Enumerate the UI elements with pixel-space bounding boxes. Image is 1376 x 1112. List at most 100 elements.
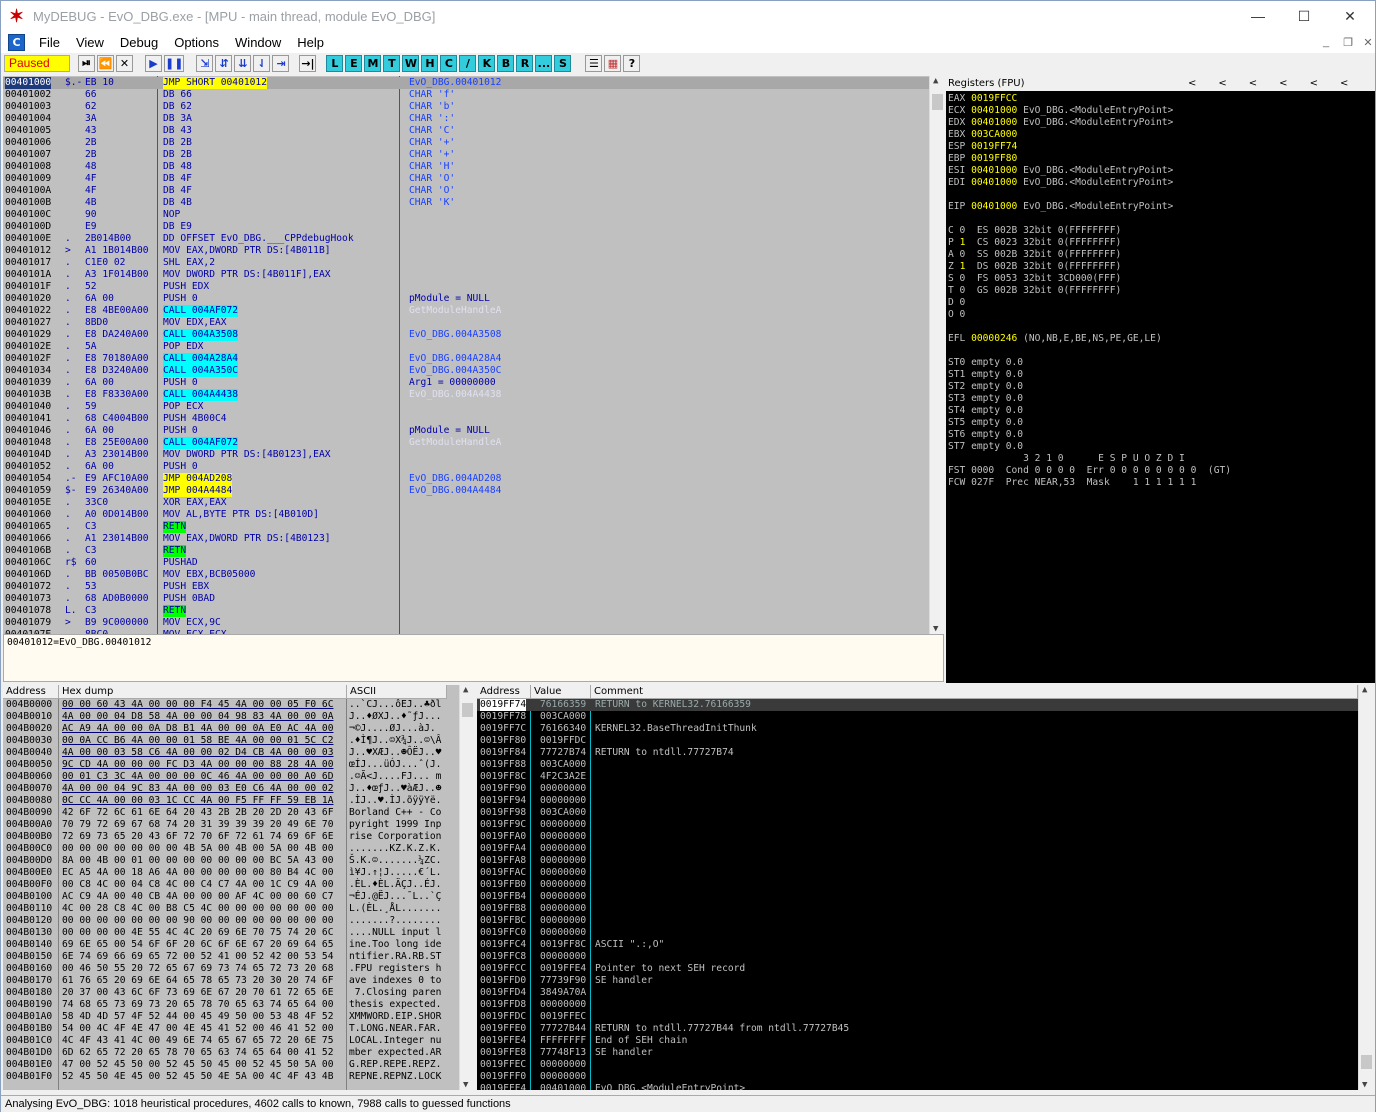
dump-row[interactable]: 004B0100 AC C9 4A 00 40 CB 4A 00 00 00 AF… [3,891,447,903]
disassembly-scrollbar[interactable]: ▲ ▼ [929,76,944,634]
efl-row[interactable]: EFL 00000246 (NO,NB,E,BE,NS,PE,GE,LE) [948,333,1375,345]
register-value[interactable]: 0019FF74 [971,141,1017,152]
flag-row[interactable]: D 0 [948,297,1375,309]
flag-row[interactable]: A 0 SS 002B 32bit 0(FFFFFFFF) [948,249,1375,261]
disasm-row[interactable]: 00401039. 6A 00 PUSH 0 Arg1 = 00000000 [3,377,929,389]
register-view-arrow-icon[interactable]: < [1340,78,1348,89]
stack-row[interactable]: 0019FFF4 00401000 EvO_DBG.<ModuleEntryPoin… [477,1083,1358,1090]
source-window-button[interactable]: S [554,54,572,72]
fpu-row[interactable]: FST 0000 Cond 0 0 0 0 Err 0 0 0 0 0 0 0 … [948,465,1375,477]
register-value[interactable]: 00401000 [971,201,1017,212]
dump-scrollbar[interactable]: ▲ ▼ [459,685,474,1090]
stack-scrollbar[interactable]: ▲ ▼ [1358,685,1373,1090]
step-over-icon[interactable]: ⇵ [215,54,233,72]
dump-row[interactable]: 004B0150 6E 74 69 66 69 65 72 00 52 41 00… [3,951,447,963]
register-value[interactable]: 00401000 [971,165,1017,176]
register-view-arrow-icon[interactable]: < [1249,78,1257,89]
dump-row[interactable]: 004B00B0 72 69 73 65 20 43 6F 72 70 6F 72… [3,831,447,843]
disassembly-pane[interactable]: 00401000 $.- EB 10 JMP SHORT 00401012 EvO_DB… [3,76,929,634]
stack-row[interactable]: 0019FF90 00000000 [477,783,1358,795]
disasm-row[interactable]: 0040103B. E8 F8330A00 CALL 004A4438 EvO_DBG… [3,389,929,401]
stack-header-comment[interactable]: Comment [591,685,1358,699]
maximize-button[interactable]: ☐ [1281,1,1327,31]
dump-row[interactable]: 004B01D0 6D 62 65 72 20 65 78 70 65 63 74… [3,1047,447,1059]
stack-row[interactable]: 0019FF80 0019FFDC [477,735,1358,747]
disasm-row[interactable]: 00401012 > A1 1B014B00 MOV EAX,DWORD PTR DS… [3,245,929,257]
step-into-icon[interactable]: ⇲ [196,54,214,72]
dump-row[interactable]: 004B00A0 70 79 72 69 67 68 74 20 31 39 39… [3,819,447,831]
stack-pane[interactable]: Address Value Comment 0019FF74 76166359 RE… [477,685,1358,1090]
stack-row[interactable]: 0019FFA0 00000000 [477,831,1358,843]
efl-value[interactable]: 00000246 [971,333,1017,344]
close-program-icon[interactable]: ✕ [116,54,133,72]
memory-window-button[interactable]: M [364,54,382,72]
disasm-row[interactable]: 00401027. 8BD0 MOV EDX,EAX [3,317,929,329]
breakpoints-window-button[interactable]: B [497,54,515,72]
threads-window-button[interactable]: T [383,54,401,72]
register-value[interactable]: 003CA000 [971,129,1017,140]
stack-row[interactable]: 0019FF74 76166359 RETURN to KERNEL32.76166… [477,699,1358,711]
stack-row[interactable]: 0019FFB0 00000000 [477,879,1358,891]
disasm-row[interactable]: 0040102F. E8 70180A00 CALL 004A28A4 EvO_DBG… [3,353,929,365]
flag-row[interactable]: T 0 GS 002B 32bit 0(FFFFFFFF) [948,285,1375,297]
log-window-button[interactable]: L [326,54,344,72]
mdi-minimize-icon[interactable]: _ [1315,31,1337,53]
flag-row[interactable]: O 0 [948,309,1375,321]
stack-row[interactable]: 0019FF98 003CA000 [477,807,1358,819]
disasm-row[interactable]: 00401079 > B9 9C000000 MOV ECX,9C [3,617,929,629]
dump-row[interactable]: 004B0040 4A 00 00 03 58 C6 4A 00 00 02 D4… [3,747,447,759]
dump-row[interactable]: 004B0110 4C 00 28 C8 4C 00 B8 C5 4C 00 00… [3,903,447,915]
references-window-button[interactable]: R [516,54,534,72]
stack-row[interactable]: 0019FFC0 00000000 [477,927,1358,939]
stack-row[interactable]: 0019FFDC 0019FFEC [477,1011,1358,1023]
disasm-row[interactable]: 00401073. 68 AD0B0000 PUSH 0BAD [3,593,929,605]
stack-row[interactable]: 0019FF88 003CA000 [477,759,1358,771]
disasm-row[interactable]: 0040102E. 5A POP EDX [3,341,929,353]
handles-window-button[interactable]: H [421,54,439,72]
stack-row[interactable]: 0019FF9C 00000000 [477,819,1358,831]
flag-row[interactable]: C 0 ES 002B 32bit 0(FFFFFFFF) [948,225,1375,237]
dump-row[interactable]: 004B0030 00 0A CC B6 4A 00 00 01 58 BE 4A… [3,735,447,747]
disasm-row[interactable]: 00401034. E8 D3240A00 CALL 004A350C EvO_DBG… [3,365,929,377]
stack-row[interactable]: 0019FF84 77727B74 RETURN to ntdll.77727B74 [477,747,1358,759]
stack-row[interactable]: 0019FF8C 4F2C3A2E [477,771,1358,783]
disasm-row[interactable]: 0040101F. 52 PUSH EDX [3,281,929,293]
register-row[interactable]: EIP 00401000 EvO_DBG.<ModuleEntryPoint> [948,201,1375,213]
register-value[interactable]: 0019FF80 [971,153,1017,164]
register-row[interactable]: ESI 00401000 EvO_DBG.<ModuleEntryPoint> [948,165,1375,177]
stack-row[interactable]: 0019FFB8 00000000 [477,903,1358,915]
execute-till-return-icon[interactable]: ⇥ [272,54,290,72]
patches-window-button[interactable]: / [459,54,477,72]
minimize-button[interactable]: — [1235,1,1281,31]
windows-window-button[interactable]: W [402,54,420,72]
stack-row[interactable]: 0019FFE4 FFFFFFFF End of SEH chain [477,1035,1358,1047]
disasm-row[interactable]: 00401003 62 DB 62 CHAR 'b' [3,101,929,113]
dump-row[interactable]: 004B01C0 4C 4F 43 41 4C 00 49 6E 74 65 67… [3,1035,447,1047]
fpu-row[interactable]: FCW 027F Prec NEAR,53 Mask 1 1 1 1 1 1 [948,477,1375,489]
menu-help[interactable]: Help [289,35,332,50]
appearance-icon[interactable]: ▦ [604,54,622,72]
disasm-row[interactable]: 00401041. 68 C4004B00 PUSH 4B00C4 [3,413,929,425]
dump-header-ascii[interactable]: ASCII [347,685,447,699]
fpu-row[interactable]: ST5 empty 0.0 [948,417,1375,429]
register-row[interactable]: EDX 00401000 EvO_DBG.<ModuleEntryPoint> [948,117,1375,129]
disasm-row[interactable]: 00401078 L. C3 RETN [3,605,929,617]
disasm-row[interactable]: 0040106D. BB 0050B0BC MOV EBX,BCB05000 [3,569,929,581]
register-value[interactable]: 00401000 [971,105,1017,116]
fpu-row[interactable]: ST1 empty 0.0 [948,369,1375,381]
stack-row[interactable]: 0019FFD8 00000000 [477,999,1358,1011]
flag-row[interactable]: Z 1 DS 002B 32bit 0(FFFFFFFF) [948,261,1375,273]
stack-row[interactable]: 0019FF78 003CA000 [477,711,1358,723]
close-button[interactable]: ✕ [1327,1,1373,31]
disasm-row[interactable]: 00401009 4F DB 4F CHAR 'O' [3,173,929,185]
disasm-row[interactable]: 0040100A 4F DB 4F CHAR 'O' [3,185,929,197]
stack-row[interactable]: 0019FFD4 3849A70A [477,987,1358,999]
disasm-row[interactable]: 00401040. 59 POP ECX [3,401,929,413]
stack-row[interactable]: 0019FFD0 77739F90 SE handler [477,975,1358,987]
disasm-row[interactable]: 0040100B 4B DB 4B CHAR 'K' [3,197,929,209]
mdi-close-icon[interactable]: ✕ [1357,31,1376,53]
disasm-row[interactable]: 00401029. E8 DA240A00 CALL 004A3508 EvO_DBG… [3,329,929,341]
flag-value[interactable]: 1 [960,237,966,248]
menu-debug[interactable]: Debug [112,35,166,50]
register-row[interactable]: EAX 0019FFCC [948,93,1375,105]
